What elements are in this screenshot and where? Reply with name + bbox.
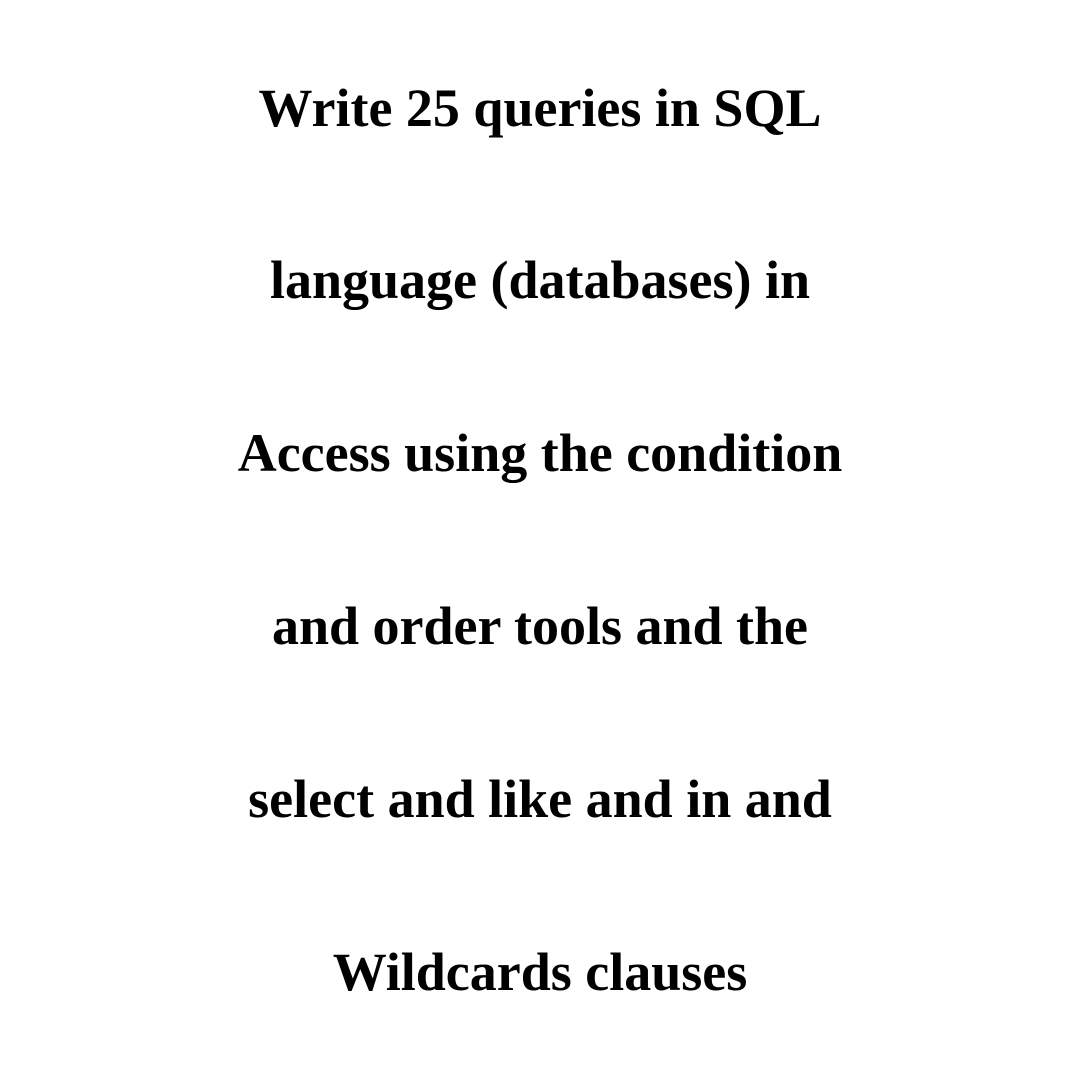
text-line-6: Wildcards clauses bbox=[238, 886, 843, 1059]
text-line-3: Access using the condition bbox=[238, 367, 843, 540]
text-line-1: Write 25 queries in SQL bbox=[238, 22, 843, 195]
text-line-2: language (databases) in bbox=[238, 194, 843, 367]
text-line-4: and order tools and the bbox=[238, 540, 843, 713]
document-text-block: Write 25 queries in SQL language (databa… bbox=[158, 22, 923, 1059]
text-line-5: select and like and in and bbox=[238, 713, 843, 886]
